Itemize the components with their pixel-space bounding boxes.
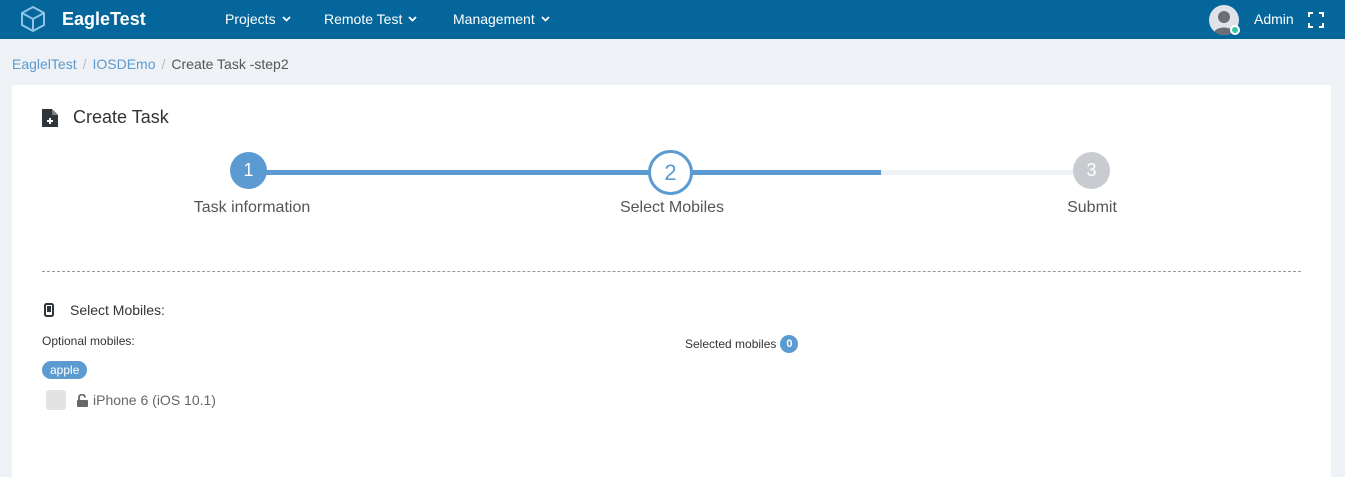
- select-mobiles-header: Select Mobiles:: [44, 302, 165, 318]
- wizard-step-2[interactable]: 2: [648, 150, 693, 195]
- online-status-dot: [1230, 25, 1240, 35]
- panel-header: Create Task: [42, 107, 169, 128]
- breadcrumb: EaglelTest / IOSDEmo / Create Task -step…: [12, 56, 289, 72]
- optional-mobiles-label: Optional mobiles:: [42, 334, 135, 348]
- breadcrumb-current: Create Task -step2: [171, 56, 289, 72]
- nav-remote-test-label: Remote Test: [324, 11, 403, 27]
- chevron-down-icon: [541, 16, 550, 22]
- nav-management[interactable]: Management: [453, 11, 550, 27]
- create-task-panel: Create Task 1 2 3 Task information Selec…: [12, 85, 1331, 477]
- mobile-phone-icon: [44, 303, 54, 317]
- device-group-badge[interactable]: apple: [42, 361, 88, 379]
- top-navbar: EagleTest Projects Remote Test Managemen…: [0, 0, 1345, 39]
- wizard-step-2-label: Select Mobiles: [619, 199, 725, 216]
- breadcrumb-home[interactable]: EaglelTest: [12, 56, 77, 72]
- device-checkbox[interactable]: [46, 390, 66, 410]
- wizard-progress-complete: [251, 170, 881, 175]
- breadcrumb-project[interactable]: IOSDEmo: [92, 56, 155, 72]
- wizard-step-3[interactable]: 3: [1073, 152, 1110, 189]
- wizard-progress-remaining: [881, 170, 1091, 175]
- breadcrumb-separator: /: [161, 56, 166, 72]
- fullscreen-icon[interactable]: [1308, 12, 1324, 28]
- wizard-step-1[interactable]: 1: [230, 152, 267, 189]
- nav-management-label: Management: [453, 11, 535, 27]
- nav-projects[interactable]: Projects: [225, 11, 291, 27]
- selected-mobiles-header: Selected mobiles 0: [685, 335, 799, 353]
- file-add-icon: [42, 108, 58, 127]
- page-title: Create Task: [73, 107, 169, 127]
- logo-cube-icon: [21, 5, 45, 33]
- select-mobiles-title: Select Mobiles:: [70, 302, 165, 318]
- selected-count-badge: 0: [780, 335, 799, 353]
- device-list-item[interactable]: iPhone 6 (iOS 10.1): [46, 390, 216, 410]
- chevron-down-icon: [408, 16, 417, 22]
- device-name: iPhone 6 (iOS 10.1): [93, 392, 216, 408]
- user-name[interactable]: Admin: [1254, 11, 1294, 27]
- nav-remote-test[interactable]: Remote Test: [324, 11, 417, 27]
- selected-mobiles-label: Selected mobiles: [685, 337, 777, 351]
- unlock-icon: [77, 393, 88, 407]
- wizard-step-3-label: Submit: [1067, 199, 1117, 216]
- wizard-step-1-label: Task information: [193, 199, 311, 216]
- brand[interactable]: EagleTest: [18, 3, 146, 35]
- breadcrumb-separator: /: [82, 56, 87, 72]
- app-name: EagleTest: [62, 8, 146, 29]
- chevron-down-icon: [281, 16, 291, 22]
- nav-projects-label: Projects: [225, 11, 276, 27]
- section-divider: [42, 271, 1301, 272]
